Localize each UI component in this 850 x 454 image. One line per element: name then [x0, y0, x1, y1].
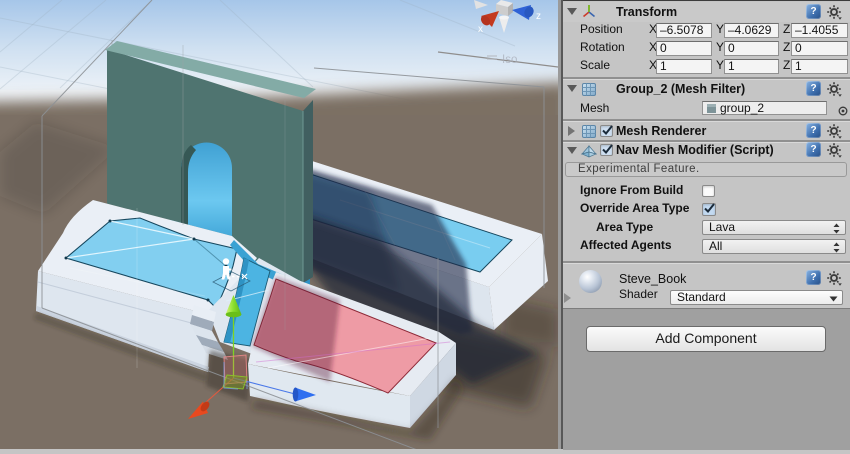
- svg-text:x: x: [478, 24, 483, 35]
- svg-text:Iso: Iso: [502, 54, 517, 66]
- svg-text:z: z: [536, 11, 541, 22]
